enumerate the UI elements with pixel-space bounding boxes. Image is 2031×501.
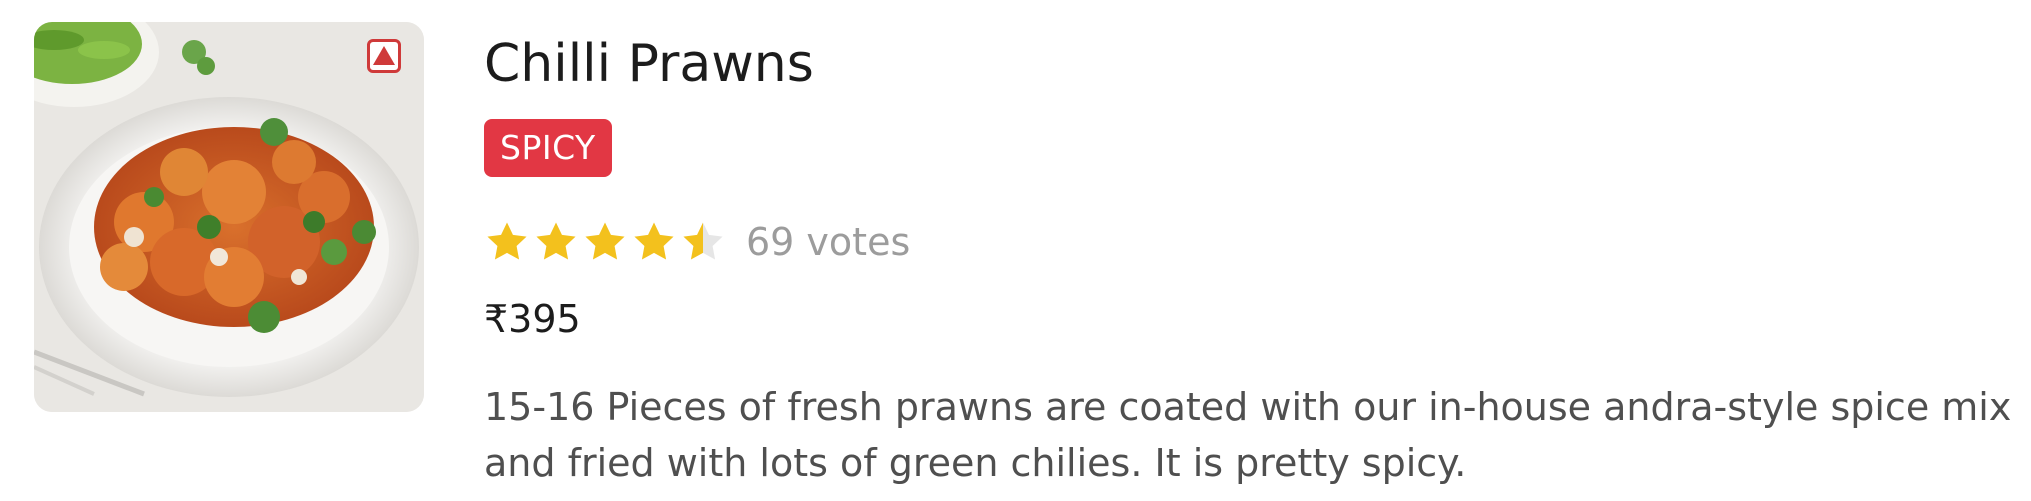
- triangle-icon: [373, 45, 395, 65]
- dish-description: 15-16 Pieces of fresh prawns are coated …: [484, 385, 2012, 485]
- votes-count: 69 votes: [746, 220, 911, 264]
- dish-name: Chilli Prawns: [484, 34, 814, 94]
- star-icon: [585, 222, 625, 260]
- menu-item-card: Chilli Prawns SPICY 69 votes ₹395 15-16 …: [0, 0, 2031, 501]
- dish-image[interactable]: [34, 22, 424, 412]
- star-icon: [536, 222, 576, 260]
- star-rating: [484, 219, 726, 265]
- non-veg-indicator-icon: [367, 39, 401, 73]
- spicy-tag: SPICY: [484, 119, 612, 177]
- rating-row: 69 votes: [484, 215, 910, 269]
- price: ₹395: [484, 297, 581, 341]
- dish-photo-illustration: [34, 22, 424, 412]
- star-icon: [683, 222, 723, 260]
- star-icon: [634, 222, 674, 260]
- star-icon: [487, 222, 527, 260]
